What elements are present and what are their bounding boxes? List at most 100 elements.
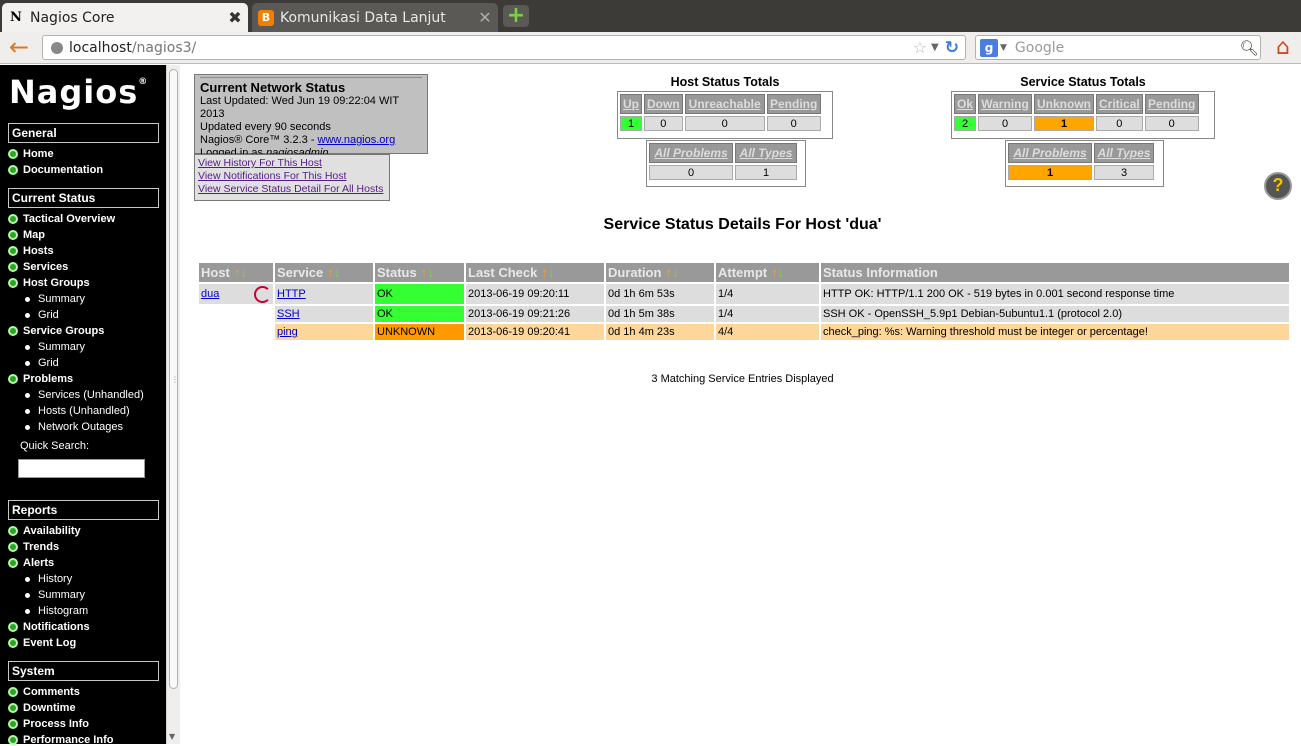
svc-critical-header[interactable]: Critical [1096,94,1143,114]
view-history-link[interactable]: View History For This Host [198,157,386,170]
sort-arrows-icon[interactable]: ↑↓ [771,265,784,280]
nav-hostgroups-summary[interactable]: Summary [25,293,85,305]
nav-network-outages[interactable]: Network Outages [25,421,123,433]
svc-all-problems-header[interactable]: All Problems [1008,143,1092,163]
tab-nagios-core[interactable]: N Nagios Core ✖ [2,3,248,32]
nav-process-info[interactable]: Process Info [8,718,89,730]
tab-close-icon[interactable]: ✖ [226,8,244,27]
nagios-org-link[interactable]: www.nagios.org [318,134,396,146]
nav-alerts-history[interactable]: History [25,573,72,585]
browser-toolbar: ← localhost/nagios3/ ☆ ▼ ↻ g ▼ 🔍︎ ⌂ [0,32,1301,64]
nav-servicegroups-grid[interactable]: Grid [25,357,59,369]
host-down-header[interactable]: Down [644,94,683,114]
host-pending-header[interactable]: Pending [766,94,821,114]
svc-pending-header[interactable]: Pending [1144,94,1199,114]
last-check-cell: 2013-06-19 09:20:41 [466,324,604,340]
svc-ok-count: 2 [954,116,977,131]
frame-resize-grip-icon[interactable]: ⋮ [171,375,179,384]
svc-unknown-header[interactable]: Unknown [1034,94,1095,114]
nav-label: Summary [38,293,86,305]
sort-desc-icon[interactable]: ↓ [778,265,785,280]
reload-icon[interactable]: ↻ [945,38,959,58]
help-question-icon[interactable]: ? [1264,172,1292,200]
url-text[interactable]: localhost/nagios3/ [69,40,913,56]
nav-notifications[interactable]: Notifications [8,621,90,633]
tab-title: Nagios Core [30,9,115,26]
magnifier-icon[interactable]: 🔍︎ [1238,39,1260,57]
host-link[interactable]: dua [201,288,219,300]
sort-desc-icon[interactable]: ↓ [548,265,555,280]
nav-host-groups[interactable]: Host Groups [8,277,90,289]
engine-dropdown-icon[interactable]: ▼ [1000,43,1007,53]
nav-services-unhandled[interactable]: Services (Unhandled) [25,389,144,401]
view-service-detail-link[interactable]: View Service Status Detail For All Hosts [198,183,386,196]
nav-service-groups[interactable]: Service Groups [8,325,104,337]
sort-desc-icon[interactable]: ↓ [672,265,679,280]
sort-arrows-icon[interactable]: ↑↓ [541,265,554,280]
sort-arrows-icon[interactable]: ↑↓ [234,265,247,280]
nav-downtime[interactable]: Downtime [8,702,76,714]
nagios-logo[interactable]: Nagios® [9,73,148,111]
nav-comments[interactable]: Comments [8,686,80,698]
nav-event-log[interactable]: Event Log [8,637,76,649]
nav-hosts[interactable]: Hosts [8,245,54,257]
sort-desc-icon[interactable]: ↓ [427,265,434,280]
duration-cell: 0d 1h 4m 23s [606,324,714,340]
google-icon[interactable]: g [980,38,998,57]
green-bullet-icon [8,278,18,288]
host-up-header[interactable]: Up [620,94,642,114]
service-link[interactable]: ping [277,326,298,338]
table-row: dua HTTP OK 2013-06-19 09:20:11 0d 1h 6m… [199,284,1289,304]
host-unreachable-header[interactable]: Unreachable [684,94,765,114]
nav-services[interactable]: Services [8,261,68,273]
sort-desc-icon[interactable]: ↓ [240,265,247,280]
attempt-cell: 1/4 [716,306,819,322]
view-notifications-link[interactable]: View Notifications For This Host [198,170,386,183]
bullet-dot-icon [25,296,30,302]
nav-map[interactable]: Map [8,229,45,241]
nav-tactical-overview[interactable]: Tactical Overview [8,213,115,225]
nav-documentation[interactable]: Documentation [8,164,103,176]
quick-search-input[interactable] [18,459,145,478]
sort-arrows-icon[interactable]: ↑↓ [421,265,434,280]
search-bar[interactable]: g ▼ 🔍︎ [975,35,1261,60]
sort-arrows-icon[interactable]: ↑↓ [327,265,340,280]
nav-servicegroups-summary[interactable]: Summary [25,341,85,353]
nav-trends[interactable]: Trends [8,541,59,553]
back-arrow-icon[interactable]: ← [6,35,32,60]
nav-availability[interactable]: Availability [8,525,81,537]
nav-hostgroups-grid[interactable]: Grid [25,309,59,321]
address-bar[interactable]: localhost/nagios3/ ☆ ▼ ↻ [42,35,966,60]
host-all-problems-header[interactable]: All Problems [649,143,733,163]
history-dropdown-icon[interactable]: ▼ [931,42,939,53]
svc-ok-header[interactable]: Ok [954,94,977,114]
service-link[interactable]: HTTP [277,288,306,300]
svc-warning-count: 0 [978,116,1033,131]
frame-scrollbar[interactable]: ▲ ⋮ ▼ [166,65,180,744]
host-all-types-header[interactable]: All Types [735,143,797,163]
svc-all-types-header[interactable]: All Types [1094,143,1154,163]
nav-home[interactable]: Home [8,148,54,160]
svc-warning-header[interactable]: Warning [978,94,1033,114]
nav-label: Downtime [23,702,76,714]
nav-performance-info[interactable]: Performance Info [8,734,113,746]
green-bullet-icon [8,326,18,336]
sort-desc-icon[interactable]: ↓ [334,265,341,280]
nav-alerts[interactable]: Alerts [8,557,54,569]
bullet-dot-icon [25,408,30,414]
new-tab-plus-icon[interactable]: + [503,5,529,27]
bookmark-star-icon[interactable]: ☆ [913,38,927,57]
tab-komunikasi[interactable]: B Komunikasi Data Lanjut ✕ [252,3,498,32]
nav-alerts-histogram[interactable]: Histogram [25,605,88,617]
nav-problems[interactable]: Problems [8,373,73,385]
sort-arrows-icon[interactable]: ↑↓ [665,265,678,280]
duration-cell: 0d 1h 5m 38s [606,306,714,322]
green-bullet-icon [8,687,18,697]
tab-close-icon[interactable]: ✕ [476,8,494,27]
service-link[interactable]: SSH [277,308,300,320]
search-input[interactable] [1014,39,1238,56]
scroll-down-icon[interactable]: ▼ [169,732,175,741]
nav-hosts-unhandled[interactable]: Hosts (Unhandled) [25,405,130,417]
nav-alerts-summary[interactable]: Summary [25,589,85,601]
home-icon[interactable]: ⌂ [1270,35,1296,61]
